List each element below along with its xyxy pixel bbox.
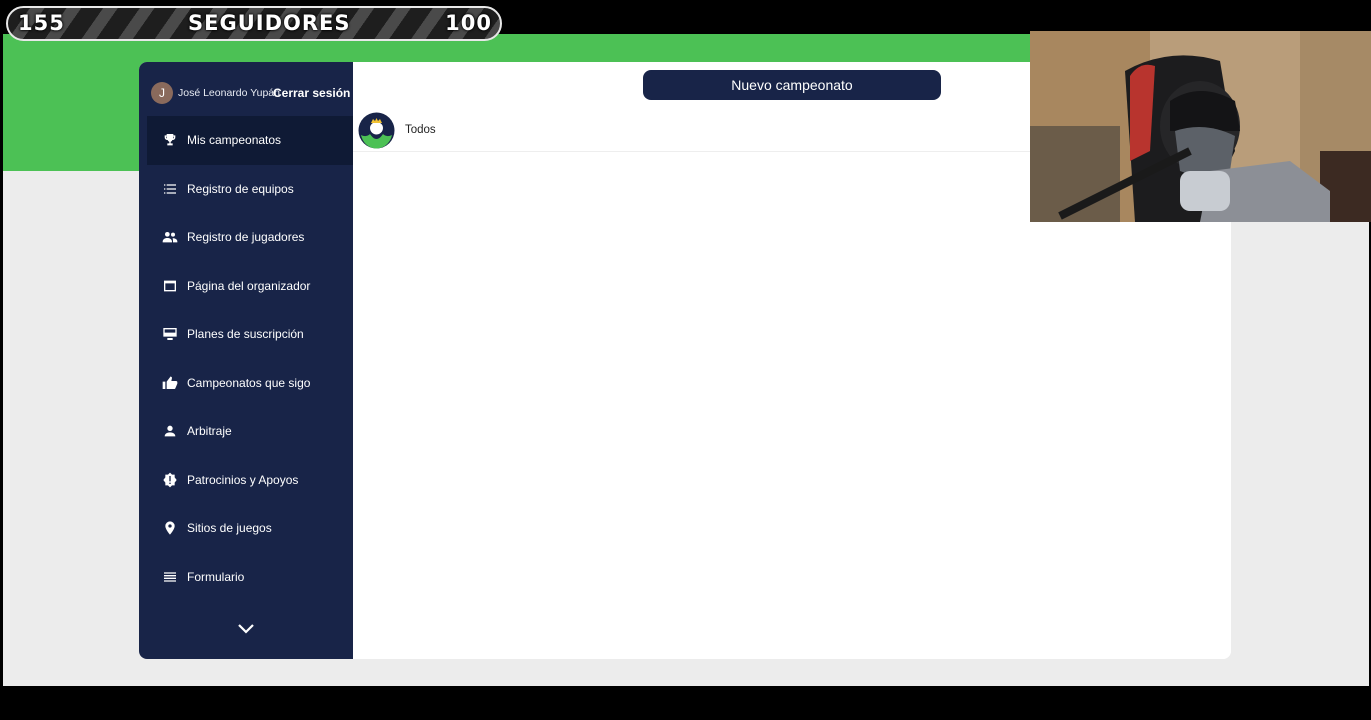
trophy-icon bbox=[162, 132, 178, 148]
filter-label: Todos bbox=[405, 124, 436, 136]
logout-link[interactable]: Cerrar sesión bbox=[273, 86, 350, 100]
webcam-overlay bbox=[1030, 31, 1371, 222]
person-icon bbox=[162, 423, 178, 439]
new-championship-button[interactable]: Nuevo campeonato bbox=[643, 70, 941, 100]
user-name: José Leonardo Yupán Soria bbox=[178, 87, 283, 99]
followers-banner: 155 SEGUIDORES 100 bbox=[6, 6, 502, 41]
sidebar-item-patrocinios[interactable]: Patrocinios y Apoyos bbox=[147, 456, 353, 505]
map-pin-icon bbox=[162, 520, 178, 536]
sidebar-item-label: Campeonatos que sigo bbox=[187, 375, 311, 390]
sidebar-item-label: Registro de equipos bbox=[187, 181, 294, 196]
sidebar-item-label: Registro de jugadores bbox=[187, 230, 305, 245]
sidebar-item-label: Planes de suscripción bbox=[187, 327, 304, 342]
list-icon bbox=[162, 181, 178, 197]
sidebar-item-registro-jugadores[interactable]: Registro de jugadores bbox=[147, 213, 353, 262]
followers-label: SEGUIDORES bbox=[188, 11, 351, 35]
sidebar-item-campeonatos-sigo[interactable]: Campeonatos que sigo bbox=[147, 359, 353, 408]
sidebar-item-pagina-organizador[interactable]: Página del organizador bbox=[147, 262, 353, 311]
sidebar-item-arbitraje[interactable]: Arbitraje bbox=[147, 407, 353, 456]
thumbs-up-icon bbox=[162, 375, 178, 391]
sidebar-menu: Mis campeonatos Registro de equipos Regi… bbox=[147, 116, 353, 601]
badge-icon bbox=[162, 472, 178, 488]
chevron-down-icon[interactable] bbox=[236, 622, 256, 636]
monitor-icon bbox=[162, 326, 178, 342]
sidebar-item-mis-campeonatos[interactable]: Mis campeonatos bbox=[147, 116, 353, 165]
sidebar-item-label: Mis campeonatos bbox=[187, 133, 282, 148]
screen-recording: 155 SEGUIDORES 100 J José Leonardo Yupán… bbox=[0, 0, 1371, 720]
user-row: J José Leonardo Yupán Soria Cerrar sesió… bbox=[151, 82, 351, 104]
followers-goal: 100 bbox=[445, 11, 492, 35]
sidebar-item-label: Patrocinios y Apoyos bbox=[187, 472, 299, 487]
sidebar-item-label: Arbitraje bbox=[187, 424, 232, 439]
sidebar-item-label: Formulario bbox=[187, 569, 245, 584]
webcam-feed bbox=[1030, 31, 1371, 222]
followers-current: 155 bbox=[18, 11, 65, 35]
avatar[interactable]: J bbox=[151, 82, 173, 104]
crown-logo-icon bbox=[358, 112, 395, 149]
sidebar-item-sitios-juegos[interactable]: Sitios de juegos bbox=[147, 504, 353, 553]
sidebar-item-formulario[interactable]: Formulario bbox=[147, 553, 353, 602]
sidebar-item-registro-equipos[interactable]: Registro de equipos bbox=[147, 165, 353, 214]
lines-icon bbox=[162, 569, 178, 585]
sidebar: J José Leonardo Yupán Soria Cerrar sesió… bbox=[139, 62, 353, 659]
sidebar-item-planes-suscripcion[interactable]: Planes de suscripción bbox=[147, 310, 353, 359]
sidebar-item-label: Sitios de juegos bbox=[187, 521, 272, 536]
window-icon bbox=[162, 278, 178, 294]
people-icon bbox=[162, 229, 178, 245]
sidebar-item-label: Página del organizador bbox=[187, 278, 311, 293]
